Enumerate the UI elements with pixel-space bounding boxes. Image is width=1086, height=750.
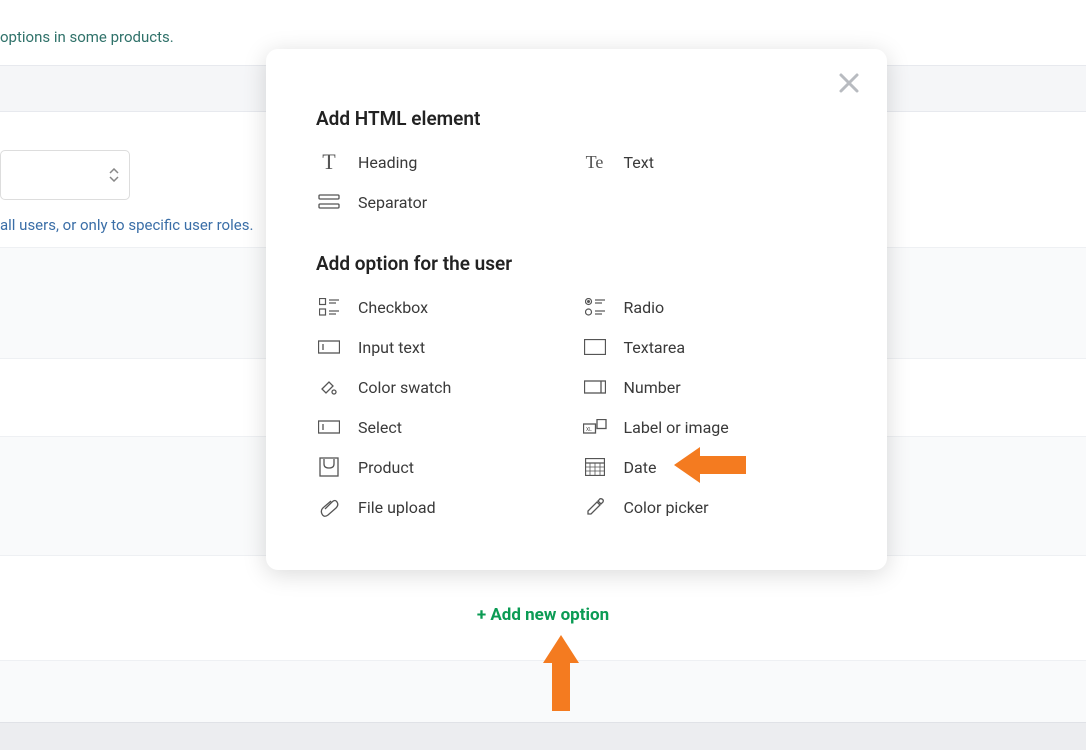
option-label: Heading (358, 153, 417, 172)
svg-text:XL: XL (586, 427, 592, 433)
roles-select[interactable] (0, 150, 130, 200)
color-picker-icon (582, 496, 608, 518)
option-label: Color swatch (358, 378, 451, 397)
file-upload-icon (316, 496, 342, 518)
section-title-user: Add option for the user (316, 252, 837, 275)
option-label: Select (358, 418, 402, 437)
close-icon (838, 72, 860, 94)
option-radio[interactable]: Radio (582, 287, 838, 327)
add-new-option-link[interactable]: + Add new option (0, 605, 1086, 625)
option-label: Input text (358, 338, 425, 357)
annotation-arrow-date (674, 447, 746, 483)
option-label: Checkbox (358, 298, 428, 317)
option-file-upload[interactable]: File upload (316, 487, 572, 527)
option-label: Separator (358, 193, 427, 212)
option-text[interactable]: Te Text (582, 142, 838, 182)
option-label: Label or image (624, 418, 729, 437)
option-input-text[interactable]: Input text (316, 327, 572, 367)
close-button[interactable] (833, 67, 865, 99)
option-label: Product (358, 458, 414, 477)
option-product[interactable]: Product (316, 447, 572, 487)
option-label-image[interactable]: XL Label or image (582, 407, 838, 447)
option-textarea[interactable]: Textarea (582, 327, 838, 367)
option-label: Number (624, 378, 681, 397)
section-title-html: Add HTML element (316, 107, 837, 130)
bg-band-6 (0, 722, 1086, 750)
html-elements-grid: T Heading Te Text Separator (316, 142, 837, 222)
chevron-updown-icon (109, 168, 119, 182)
option-label: Textarea (624, 338, 686, 357)
add-option-modal: Add HTML element T Heading Te Text Separ… (266, 49, 887, 570)
input-text-icon (316, 336, 342, 358)
radio-icon (582, 296, 608, 318)
option-color-swatch[interactable]: Color swatch (316, 367, 572, 407)
option-checkbox[interactable]: Checkbox (316, 287, 572, 327)
partial-intro-text: options in some products. (0, 28, 174, 46)
option-heading[interactable]: T Heading (316, 142, 572, 182)
checkbox-icon (316, 296, 342, 318)
option-label: Text (624, 153, 654, 172)
textarea-icon (582, 336, 608, 358)
user-options-grid: Checkbox Radio Input text Textarea Color… (316, 287, 837, 527)
select-icon (316, 416, 342, 438)
text-icon: Te (582, 151, 608, 173)
label-image-icon: XL (582, 416, 608, 438)
option-select[interactable]: Select (316, 407, 572, 447)
product-icon (316, 456, 342, 478)
partial-roles-text: all users, or only to specific user role… (0, 216, 253, 234)
option-label: Color picker (624, 498, 709, 517)
option-color-picker[interactable]: Color picker (582, 487, 838, 527)
date-icon (582, 456, 608, 478)
option-label: File upload (358, 498, 436, 517)
heading-icon: T (316, 151, 342, 173)
option-number[interactable]: Number (582, 367, 838, 407)
color-swatch-icon (316, 376, 342, 398)
option-label: Radio (624, 298, 665, 317)
option-separator[interactable]: Separator (316, 182, 572, 222)
option-label: Date (624, 458, 657, 477)
number-icon (582, 376, 608, 398)
annotation-arrow-add (543, 635, 579, 711)
separator-icon (316, 191, 342, 213)
